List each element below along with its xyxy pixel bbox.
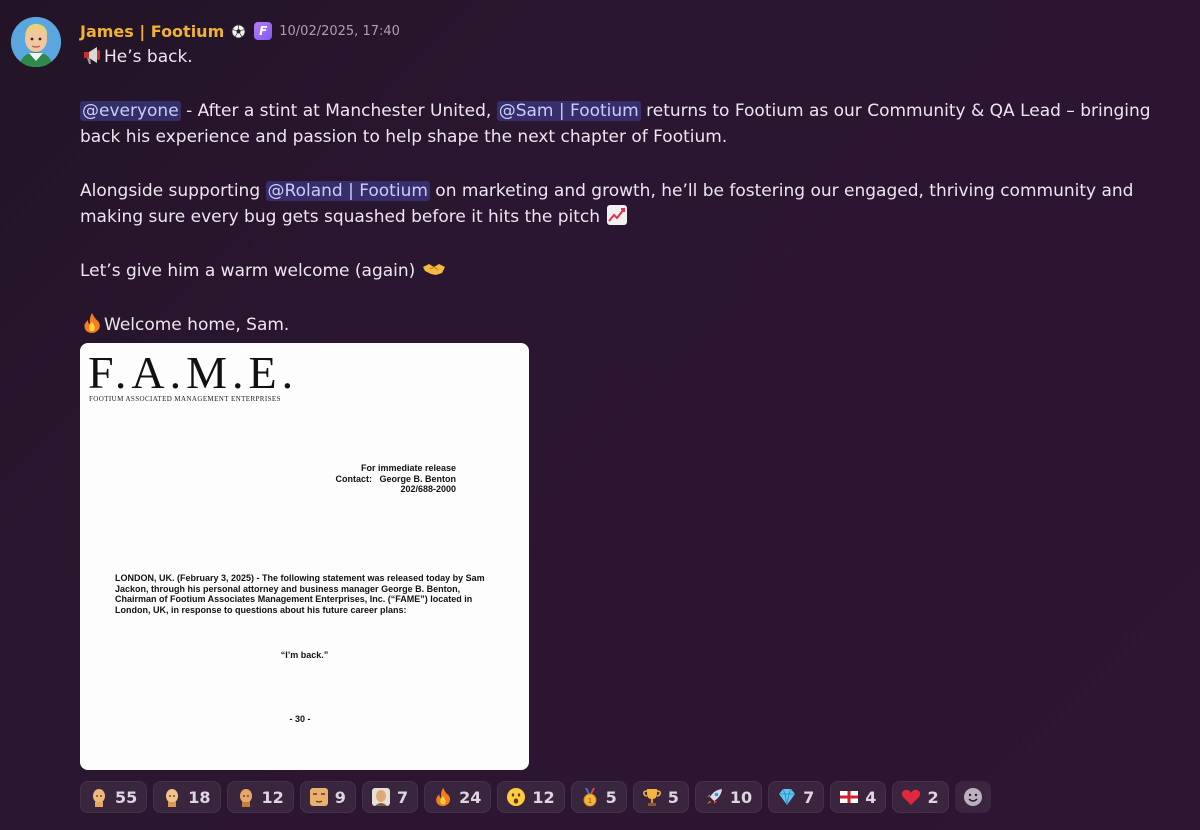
fire-icon	[81, 312, 103, 334]
reaction-red-heart[interactable]: 2	[892, 781, 949, 813]
mention-everyone[interactable]: @everyone	[80, 101, 181, 121]
fire-emoji-icon	[436, 787, 451, 807]
press-contact-block: For immediate release Contact: George B.…	[335, 463, 456, 495]
handshake-icon	[422, 258, 445, 280]
smiley-plus-icon	[963, 788, 982, 806]
reaction-count: 5	[605, 787, 617, 807]
surprised-face-emoji-icon	[507, 788, 526, 806]
svg-text:1: 1	[587, 797, 591, 805]
image-attachment[interactable]: F.A.M.E. FOOTIUM ASSOCIATED MANAGEMENT E…	[80, 343, 529, 770]
reaction-england-flag[interactable]: 4	[830, 781, 887, 813]
paragraph-2-text-a: - After a stint at Manchester United,	[180, 101, 497, 121]
chart-increasing-icon	[606, 204, 628, 226]
person-portrait-emoji-icon	[371, 788, 390, 806]
bald-head-emoji-icon	[166, 789, 179, 807]
mention-roland[interactable]: @Roland | Footium	[265, 181, 430, 201]
reaction-count: 10	[729, 787, 753, 807]
headline-text: He’s back.	[104, 47, 193, 67]
reaction-count: 9	[334, 787, 346, 807]
reaction-count: 55	[115, 787, 138, 807]
paragraph-4-text: Let’s give him a warm welcome (again)	[80, 261, 421, 281]
author-name[interactable]: James | Footium	[80, 22, 224, 41]
press-statement: LONDON, UK. (February 3, 2025) - The fol…	[115, 573, 485, 615]
reactions-bar: 55 18 12 9 7 24 12 1 5 5 10 7 4 2	[80, 781, 991, 813]
england-flag-emoji-icon	[840, 791, 859, 803]
gem-emoji-icon	[779, 788, 796, 806]
reaction-fire[interactable]: 24	[424, 781, 492, 813]
fame-logo: F.A.M.E.	[88, 347, 299, 398]
message-line-1: He’s back.	[80, 44, 1190, 70]
trophy-emoji-icon	[642, 789, 661, 806]
user-avatar[interactable]	[11, 17, 61, 67]
contact-line: Contact: George B. Benton	[335, 473, 456, 484]
footium-badge-icon[interactable]: F	[254, 22, 273, 40]
reaction-count: 5	[667, 787, 679, 807]
reaction-count: 18	[188, 787, 211, 807]
soccer-ball-icon	[231, 23, 246, 39]
bald-head-emoji-icon	[239, 789, 252, 807]
reaction-rocket[interactable]: 10	[694, 781, 763, 813]
reaction-count: 12	[261, 787, 284, 807]
reaction-medal[interactable]: 1 5	[570, 781, 627, 813]
mention-sam[interactable]: @Sam | Footium	[496, 101, 641, 121]
footballer-avatar-icon	[11, 17, 61, 67]
add-reaction-button[interactable]	[954, 781, 991, 813]
red-heart-emoji-icon	[902, 789, 921, 805]
press-quote: “I’m back.”	[280, 650, 329, 660]
message-paragraph-3: Alongside supporting @Roland | Footium o…	[80, 178, 1190, 230]
message-header: James | Footium F 10/02/2025, 17:40	[80, 20, 400, 42]
reaction-count: 2	[927, 787, 939, 807]
message-paragraph-2: @everyone - After a stint at Manchester …	[80, 98, 1190, 150]
end-mark: - 30 -	[289, 714, 311, 724]
message-content: He’s back. @everyone - After a stint at …	[80, 44, 1190, 338]
reaction-bald-head-1[interactable]: 55	[80, 781, 148, 813]
fame-subtitle: FOOTIUM ASSOCIATED MANAGEMENT ENTERPRISE…	[89, 395, 281, 403]
reaction-trophy[interactable]: 5	[632, 781, 689, 813]
release-line: For immediate release	[360, 463, 456, 473]
reaction-bald-head-3[interactable]: 12	[226, 781, 294, 813]
phone-line: 202/688-2000	[400, 484, 456, 494]
reaction-count: 24	[459, 787, 482, 807]
reaction-count: 7	[396, 787, 409, 807]
reaction-face-closeup[interactable]: 9	[299, 781, 356, 813]
paragraph-5-text: Welcome home, Sam.	[104, 315, 290, 335]
reaction-bald-head-2[interactable]: 18	[153, 781, 221, 813]
megaphone-icon	[81, 44, 103, 66]
reaction-count: 12	[532, 787, 555, 807]
face-closeup-emoji-icon	[309, 788, 328, 806]
reaction-count: 7	[803, 787, 815, 807]
chat-message: James | Footium F 10/02/2025, 17:40 He’s…	[0, 0, 1200, 830]
reaction-person-portrait[interactable]: 7	[361, 781, 419, 813]
message-timestamp[interactable]: 10/02/2025, 17:40	[279, 24, 400, 39]
reaction-surprised-face[interactable]: 12	[497, 781, 565, 813]
medal-emoji-icon: 1	[583, 788, 597, 807]
reaction-gem[interactable]: 7	[768, 781, 825, 813]
rocket-emoji-icon	[706, 789, 722, 804]
message-paragraph-4: Let’s give him a warm welcome (again)	[80, 258, 1190, 284]
reaction-count: 4	[865, 787, 877, 807]
message-paragraph-5: Welcome home, Sam.	[80, 312, 1190, 338]
paragraph-3-text-a: Alongside supporting	[80, 181, 266, 201]
bald-head-emoji-icon	[93, 789, 105, 807]
